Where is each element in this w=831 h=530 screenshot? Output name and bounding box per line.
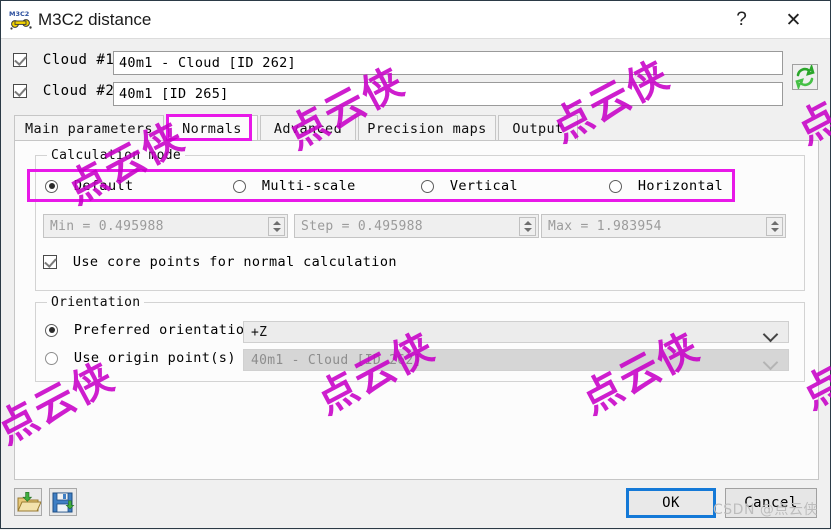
tab-precision-maps-label: Precision maps — [367, 120, 487, 137]
radio-horizontal-label: Horizontal — [637, 178, 724, 194]
cloud2-value: 40m1 [ID 265] — [119, 86, 229, 102]
radio-horizontal-indicator — [609, 179, 622, 193]
radio-multi-scale-indicator — [233, 179, 246, 193]
radio-use-origin-points-label: Use origin point(s) — [73, 350, 236, 366]
radio-vertical-indicator — [421, 179, 434, 193]
orientation-group-title: Orientation — [47, 295, 145, 310]
chevron-down-icon — [762, 354, 779, 371]
radio-default-label: Default — [73, 178, 134, 194]
svg-text:M3C2: M3C2 — [9, 10, 29, 18]
tab-strip: Main parameters Normals Advanced Precisi… — [14, 115, 819, 141]
chevron-down-icon — [524, 228, 532, 232]
radio-use-origin-points[interactable]: Use origin point(s) — [45, 350, 236, 370]
close-button[interactable]: ✕ — [771, 1, 816, 39]
radio-vertical-label: Vertical — [449, 178, 519, 194]
cloud1-checkbox[interactable] — [13, 53, 27, 67]
radio-vertical[interactable]: Vertical — [421, 178, 518, 198]
chevron-down-icon — [273, 228, 281, 232]
tab-output[interactable]: Output — [498, 115, 578, 141]
tab-main-parameters-label: Main parameters — [25, 120, 153, 137]
radio-preferred-orientation[interactable]: Preferred orientation — [45, 322, 253, 342]
cloud2-label: Cloud #2 — [42, 83, 115, 99]
radio-horizontal[interactable]: Horizontal — [609, 178, 723, 198]
chevron-down-icon — [771, 228, 779, 232]
folder-open-icon — [17, 491, 42, 512]
step-scale-value: Step = 0.495988 — [301, 219, 423, 234]
cloud1-row: Cloud #1 — [13, 52, 114, 76]
chevron-down-icon — [762, 326, 779, 343]
refresh-swap-icon — [795, 63, 815, 91]
m3c2-distance-dialog: M3C2 M3C2 distance ? ✕ Cloud #1 40m1 - C… — [0, 0, 831, 529]
help-icon: ? — [736, 9, 747, 30]
step-scale-stepper[interactable] — [519, 217, 536, 236]
tab-normals[interactable]: Normals — [166, 115, 258, 141]
cloud2-input[interactable]: 40m1 [ID 265] — [113, 82, 783, 106]
max-scale-stepper[interactable] — [766, 217, 783, 236]
preferred-orientation-combobox[interactable]: +Z — [243, 321, 789, 343]
help-button[interactable]: ? — [719, 1, 764, 39]
cancel-button[interactable]: Cancel — [725, 488, 817, 518]
cloud2-checkbox[interactable] — [13, 84, 27, 98]
tab-advanced-label: Advanced — [273, 120, 343, 137]
ok-button-label: OK — [662, 495, 680, 511]
normals-tab-page: Calculation mode Default Multi-scale Ver… — [14, 140, 819, 480]
min-scale-stepper[interactable] — [268, 217, 285, 236]
title-bar: M3C2 M3C2 distance ? ✕ — [1, 1, 830, 39]
radio-default[interactable]: Default — [45, 178, 134, 198]
cloud1-value: 40m1 - Cloud [ID 262] — [119, 55, 296, 71]
origin-points-combobox: 40m1 - Cloud [ID 262] — [243, 349, 789, 371]
max-scale-spinbox[interactable]: Max = 1.983954 — [541, 214, 786, 238]
tab-advanced[interactable]: Advanced — [260, 115, 356, 141]
origin-points-value: 40m1 - Cloud [ID 262] — [251, 353, 422, 368]
tab-normals-label: Normals — [182, 120, 242, 137]
radio-preferred-orientation-label: Preferred orientation — [73, 322, 253, 338]
use-core-points-label: Use core points for normal calculation — [72, 254, 397, 270]
radio-use-origin-points-indicator — [45, 351, 58, 365]
ok-button[interactable]: OK — [626, 488, 716, 518]
cancel-button-label: Cancel — [744, 495, 798, 511]
cloud2-row: Cloud #2 — [13, 83, 114, 107]
calculation-mode-group-title: Calculation mode — [47, 148, 186, 163]
close-icon: ✕ — [785, 9, 802, 31]
m3c2-app-icon: M3C2 — [9, 10, 32, 30]
radio-multi-scale[interactable]: Multi-scale — [233, 178, 356, 198]
save-parameters-button[interactable] — [49, 488, 77, 516]
min-scale-spinbox[interactable]: Min = 0.495988 — [43, 214, 288, 238]
use-core-points-indicator — [43, 255, 57, 269]
step-scale-spinbox[interactable]: Step = 0.495988 — [294, 214, 539, 238]
chevron-up-icon — [524, 221, 532, 225]
use-core-points-checkbox[interactable]: Use core points for normal calculation — [43, 254, 397, 274]
min-scale-value: Min = 0.495988 — [50, 219, 164, 234]
floppy-save-icon — [52, 492, 75, 513]
cloud1-input[interactable]: 40m1 - Cloud [ID 262] — [113, 51, 783, 75]
max-scale-value: Max = 1.983954 — [548, 219, 662, 234]
cloud1-label: Cloud #1 — [42, 52, 115, 68]
preferred-orientation-value: +Z — [251, 325, 268, 340]
chevron-up-icon — [771, 221, 779, 225]
chevron-up-icon — [273, 221, 281, 225]
radio-multi-scale-label: Multi-scale — [261, 178, 356, 194]
load-parameters-button[interactable] — [14, 488, 42, 516]
tab-main-parameters[interactable]: Main parameters — [14, 115, 164, 141]
window-title: M3C2 distance — [38, 10, 152, 29]
radio-default-indicator — [45, 179, 58, 193]
tab-precision-maps[interactable]: Precision maps — [358, 115, 496, 141]
radio-preferred-orientation-indicator — [45, 323, 58, 337]
swap-clouds-button[interactable] — [792, 63, 818, 91]
tab-output-label: Output — [512, 120, 564, 137]
